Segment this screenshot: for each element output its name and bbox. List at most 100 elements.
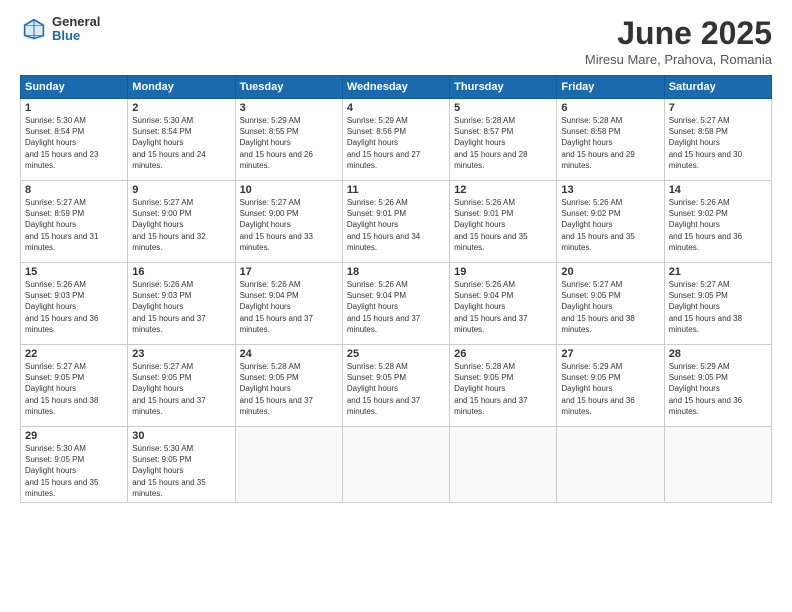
day-info: Sunrise: 5:30 AMSunset: 8:54 PMDaylight … (132, 115, 230, 171)
calendar-cell: 30Sunrise: 5:30 AMSunset: 9:05 PMDayligh… (128, 427, 235, 503)
day-number: 22 (25, 348, 123, 360)
calendar-cell (342, 427, 449, 503)
calendar-cell: 15Sunrise: 5:26 AMSunset: 9:03 PMDayligh… (21, 263, 128, 345)
day-number: 30 (132, 430, 230, 442)
calendar-page: General Blue June 2025 Miresu Mare, Prah… (0, 0, 792, 612)
calendar-table: Sunday Monday Tuesday Wednesday Thursday… (20, 75, 772, 503)
day-info: Sunrise: 5:28 AMSunset: 8:58 PMDaylight … (561, 115, 659, 171)
calendar-cell (557, 427, 664, 503)
day-number: 4 (347, 102, 445, 114)
day-info: Sunrise: 5:26 AMSunset: 9:01 PMDaylight … (454, 197, 552, 253)
day-info: Sunrise: 5:26 AMSunset: 9:04 PMDaylight … (347, 279, 445, 335)
logo-blue: Blue (52, 29, 100, 43)
calendar-cell: 24Sunrise: 5:28 AMSunset: 9:05 PMDayligh… (235, 345, 342, 427)
calendar-cell: 11Sunrise: 5:26 AMSunset: 9:01 PMDayligh… (342, 181, 449, 263)
title-section: June 2025 Miresu Mare, Prahova, Romania (585, 15, 772, 67)
day-number: 16 (132, 266, 230, 278)
logo: General Blue (20, 15, 100, 44)
calendar-cell: 29Sunrise: 5:30 AMSunset: 9:05 PMDayligh… (21, 427, 128, 503)
day-info: Sunrise: 5:27 AMSunset: 9:05 PMDaylight … (25, 361, 123, 417)
day-number: 27 (561, 348, 659, 360)
day-number: 14 (669, 184, 767, 196)
day-number: 1 (25, 102, 123, 114)
calendar-cell: 3Sunrise: 5:29 AMSunset: 8:55 PMDaylight… (235, 99, 342, 181)
calendar-week-2: 8Sunrise: 5:27 AMSunset: 8:59 PMDaylight… (21, 181, 772, 263)
calendar-cell: 4Sunrise: 5:29 AMSunset: 8:56 PMDaylight… (342, 99, 449, 181)
day-number: 19 (454, 266, 552, 278)
day-number: 25 (347, 348, 445, 360)
day-info: Sunrise: 5:28 AMSunset: 8:57 PMDaylight … (454, 115, 552, 171)
day-info: Sunrise: 5:30 AMSunset: 9:05 PMDaylight … (25, 443, 123, 499)
calendar-cell: 21Sunrise: 5:27 AMSunset: 9:05 PMDayligh… (664, 263, 771, 345)
day-number: 29 (25, 430, 123, 442)
calendar-cell: 16Sunrise: 5:26 AMSunset: 9:03 PMDayligh… (128, 263, 235, 345)
calendar-week-1: 1Sunrise: 5:30 AMSunset: 8:54 PMDaylight… (21, 99, 772, 181)
col-thursday: Thursday (450, 76, 557, 99)
calendar-title: June 2025 (585, 15, 772, 52)
day-number: 18 (347, 266, 445, 278)
day-info: Sunrise: 5:29 AMSunset: 9:05 PMDaylight … (669, 361, 767, 417)
day-info: Sunrise: 5:26 AMSunset: 9:01 PMDaylight … (347, 197, 445, 253)
day-info: Sunrise: 5:26 AMSunset: 9:02 PMDaylight … (561, 197, 659, 253)
calendar-cell: 12Sunrise: 5:26 AMSunset: 9:01 PMDayligh… (450, 181, 557, 263)
day-number: 26 (454, 348, 552, 360)
day-number: 5 (454, 102, 552, 114)
col-sunday: Sunday (21, 76, 128, 99)
calendar-week-4: 22Sunrise: 5:27 AMSunset: 9:05 PMDayligh… (21, 345, 772, 427)
day-info: Sunrise: 5:27 AMSunset: 9:00 PMDaylight … (132, 197, 230, 253)
day-number: 17 (240, 266, 338, 278)
day-info: Sunrise: 5:26 AMSunset: 9:02 PMDaylight … (669, 197, 767, 253)
day-info: Sunrise: 5:27 AMSunset: 8:58 PMDaylight … (669, 115, 767, 171)
day-info: Sunrise: 5:28 AMSunset: 9:05 PMDaylight … (240, 361, 338, 417)
calendar-cell (235, 427, 342, 503)
day-info: Sunrise: 5:27 AMSunset: 8:59 PMDaylight … (25, 197, 123, 253)
calendar-cell: 5Sunrise: 5:28 AMSunset: 8:57 PMDaylight… (450, 99, 557, 181)
day-number: 7 (669, 102, 767, 114)
calendar-cell: 27Sunrise: 5:29 AMSunset: 9:05 PMDayligh… (557, 345, 664, 427)
col-tuesday: Tuesday (235, 76, 342, 99)
col-monday: Monday (128, 76, 235, 99)
day-info: Sunrise: 5:30 AMSunset: 8:54 PMDaylight … (25, 115, 123, 171)
day-info: Sunrise: 5:26 AMSunset: 9:03 PMDaylight … (25, 279, 123, 335)
col-wednesday: Wednesday (342, 76, 449, 99)
calendar-cell: 28Sunrise: 5:29 AMSunset: 9:05 PMDayligh… (664, 345, 771, 427)
calendar-cell: 10Sunrise: 5:27 AMSunset: 9:00 PMDayligh… (235, 181, 342, 263)
calendar-cell: 1Sunrise: 5:30 AMSunset: 8:54 PMDaylight… (21, 99, 128, 181)
day-number: 6 (561, 102, 659, 114)
day-number: 23 (132, 348, 230, 360)
calendar-cell: 17Sunrise: 5:26 AMSunset: 9:04 PMDayligh… (235, 263, 342, 345)
day-number: 3 (240, 102, 338, 114)
day-info: Sunrise: 5:28 AMSunset: 9:05 PMDaylight … (347, 361, 445, 417)
calendar-cell: 22Sunrise: 5:27 AMSunset: 9:05 PMDayligh… (21, 345, 128, 427)
calendar-subtitle: Miresu Mare, Prahova, Romania (585, 52, 772, 67)
day-number: 24 (240, 348, 338, 360)
calendar-cell (664, 427, 771, 503)
calendar-header-row: Sunday Monday Tuesday Wednesday Thursday… (21, 76, 772, 99)
day-info: Sunrise: 5:26 AMSunset: 9:04 PMDaylight … (240, 279, 338, 335)
calendar-cell: 9Sunrise: 5:27 AMSunset: 9:00 PMDaylight… (128, 181, 235, 263)
calendar-cell: 19Sunrise: 5:26 AMSunset: 9:04 PMDayligh… (450, 263, 557, 345)
calendar-cell: 7Sunrise: 5:27 AMSunset: 8:58 PMDaylight… (664, 99, 771, 181)
day-info: Sunrise: 5:29 AMSunset: 8:56 PMDaylight … (347, 115, 445, 171)
col-friday: Friday (557, 76, 664, 99)
day-number: 15 (25, 266, 123, 278)
day-info: Sunrise: 5:27 AMSunset: 9:05 PMDaylight … (669, 279, 767, 335)
calendar-week-5: 29Sunrise: 5:30 AMSunset: 9:05 PMDayligh… (21, 427, 772, 503)
day-number: 13 (561, 184, 659, 196)
calendar-cell: 2Sunrise: 5:30 AMSunset: 8:54 PMDaylight… (128, 99, 235, 181)
calendar-cell: 20Sunrise: 5:27 AMSunset: 9:05 PMDayligh… (557, 263, 664, 345)
day-info: Sunrise: 5:26 AMSunset: 9:04 PMDaylight … (454, 279, 552, 335)
day-number: 21 (669, 266, 767, 278)
day-info: Sunrise: 5:27 AMSunset: 9:00 PMDaylight … (240, 197, 338, 253)
day-number: 12 (454, 184, 552, 196)
calendar-cell (450, 427, 557, 503)
day-info: Sunrise: 5:29 AMSunset: 9:05 PMDaylight … (561, 361, 659, 417)
header: General Blue June 2025 Miresu Mare, Prah… (20, 15, 772, 67)
day-number: 10 (240, 184, 338, 196)
day-number: 11 (347, 184, 445, 196)
day-number: 9 (132, 184, 230, 196)
calendar-cell: 6Sunrise: 5:28 AMSunset: 8:58 PMDaylight… (557, 99, 664, 181)
logo-icon (20, 15, 48, 43)
calendar-cell: 18Sunrise: 5:26 AMSunset: 9:04 PMDayligh… (342, 263, 449, 345)
col-saturday: Saturday (664, 76, 771, 99)
